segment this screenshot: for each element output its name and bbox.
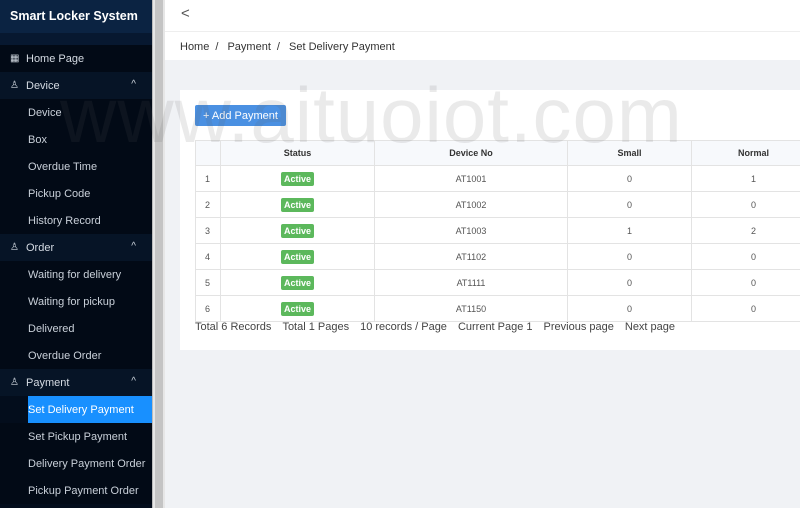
- table-row[interactable]: 2 Active AT1002 0 0: [195, 191, 800, 218]
- device-no-cell: AT1001: [374, 165, 568, 192]
- sidebar: Smart Locker System ▦ Home Page ♙ Device ^ …: [0, 0, 152, 508]
- sidebar-item-history-record[interactable]: History Record: [0, 207, 152, 234]
- top-bar: <: [165, 0, 800, 32]
- row-index: 1: [195, 165, 221, 192]
- status-cell: Active: [220, 165, 375, 192]
- normal-cell: 1: [691, 165, 800, 192]
- status-cell: Active: [220, 191, 375, 218]
- normal-cell: 0: [691, 243, 800, 270]
- user-icon: ♙: [10, 79, 19, 91]
- sidebar-item-waiting-pickup[interactable]: Waiting for pickup: [0, 288, 152, 315]
- normal-cell: 0: [691, 191, 800, 218]
- row-index: 6: [195, 295, 221, 322]
- col-index: [195, 140, 221, 166]
- status-cell: Active: [220, 295, 375, 322]
- table-row[interactable]: 5 Active AT1111 0 0: [195, 269, 800, 296]
- device-no-cell: AT1150: [374, 295, 568, 322]
- table-row[interactable]: 6 Active AT1150 0 0: [195, 295, 800, 322]
- sidebar-group-label: Order: [26, 241, 55, 254]
- user-icon: ♙: [10, 241, 19, 253]
- records-per-page: 10 records / Page: [360, 321, 447, 333]
- col-normal: Normal: [691, 140, 800, 166]
- breadcrumb-separator: /: [276, 41, 280, 53]
- status-badge: Active: [280, 301, 314, 316]
- col-device-no: Device No: [374, 140, 568, 166]
- payment-table: Status Device No Small Normal 1 Active A…: [195, 140, 800, 322]
- breadcrumb-home[interactable]: Home: [180, 41, 209, 53]
- status-badge: Active: [280, 223, 314, 238]
- breadcrumb-payment[interactable]: Payment: [227, 41, 270, 53]
- user-icon: ♙: [10, 376, 19, 388]
- small-cell: 0: [567, 243, 692, 270]
- sidebar-item-set-delivery-payment[interactable]: Set Delivery Payment: [28, 396, 152, 423]
- table-row[interactable]: 4 Active AT1102 0 0: [195, 243, 800, 270]
- home-icon: ▦: [10, 52, 20, 64]
- status-badge: Active: [280, 275, 314, 290]
- table-row[interactable]: 1 Active AT1001 0 1: [195, 165, 800, 192]
- small-cell: 0: [567, 295, 692, 322]
- status-cell: Active: [220, 217, 375, 244]
- chevron-up-icon: ^: [131, 79, 136, 90]
- sidebar-scrollbar[interactable]: [152, 0, 165, 508]
- status-badge: Active: [280, 197, 314, 212]
- sidebar-item-overdue-time[interactable]: Overdue Time: [0, 153, 152, 180]
- small-cell: 0: [567, 269, 692, 296]
- pagination: Total 6 Records Total 1 Pages 10 records…: [195, 321, 675, 333]
- breadcrumb-separator: /: [215, 41, 219, 53]
- sidebar-group-label: Device: [26, 79, 60, 92]
- normal-cell: 0: [691, 295, 800, 322]
- total-records: Total 6 Records: [195, 321, 272, 333]
- sidebar-group-payment[interactable]: ♙ Payment ^: [0, 369, 152, 396]
- small-cell: 1: [567, 217, 692, 244]
- previous-page-link[interactable]: Previous page: [544, 321, 614, 333]
- sidebar-item-home[interactable]: ▦ Home Page: [0, 45, 152, 72]
- sidebar-item-pickup-code[interactable]: Pickup Code: [0, 180, 152, 207]
- sidebar-group-device[interactable]: ♙ Device ^: [0, 72, 152, 99]
- row-index: 4: [195, 243, 221, 270]
- app-title: Smart Locker System: [0, 0, 152, 33]
- chevron-up-icon: ^: [131, 241, 136, 252]
- scrollbar-thumb[interactable]: [155, 0, 163, 508]
- back-chevron-icon[interactable]: <: [181, 5, 190, 22]
- status-badge: Active: [280, 171, 314, 186]
- sidebar-group-label: Payment: [26, 376, 70, 389]
- sidebar-item-overdue-order[interactable]: Overdue Order: [0, 342, 152, 369]
- col-status: Status: [220, 140, 375, 166]
- sidebar-item-set-pickup-payment[interactable]: Set Pickup Payment: [0, 423, 152, 450]
- col-small: Small: [567, 140, 692, 166]
- sidebar-item-waiting-delivery[interactable]: Waiting for delivery: [0, 261, 152, 288]
- small-cell: 0: [567, 165, 692, 192]
- device-no-cell: AT1002: [374, 191, 568, 218]
- device-no-cell: AT1111: [374, 269, 568, 296]
- device-no-cell: AT1003: [374, 217, 568, 244]
- add-payment-button[interactable]: + Add Payment: [195, 105, 286, 126]
- next-page-link[interactable]: Next page: [625, 321, 675, 333]
- table-row[interactable]: 3 Active AT1003 1 2: [195, 217, 800, 244]
- current-page: Current Page 1: [457, 321, 533, 333]
- breadcrumb: Home / Payment / Set Delivery Payment: [165, 32, 800, 60]
- sidebar-item-box[interactable]: Box: [0, 126, 152, 153]
- status-cell: Active: [220, 243, 375, 270]
- row-index: 5: [195, 269, 221, 296]
- status-cell: Active: [220, 269, 375, 296]
- breadcrumb-current: Set Delivery Payment: [289, 41, 395, 53]
- row-index: 3: [195, 217, 221, 244]
- sidebar-item-pickup-payment-order[interactable]: Pickup Payment Order: [0, 477, 152, 504]
- content-card: + Add Payment Status Device No Small Nor…: [180, 90, 800, 350]
- normal-cell: 2: [691, 217, 800, 244]
- normal-cell: 0: [691, 269, 800, 296]
- total-pages: Total 1 Pages: [282, 321, 350, 333]
- sidebar-item-delivery-payment-order[interactable]: Delivery Payment Order: [0, 450, 152, 477]
- sidebar-item-label: Home Page: [26, 52, 85, 65]
- sidebar-spacer: [0, 33, 152, 45]
- sidebar-item-device[interactable]: Device: [0, 99, 152, 126]
- device-no-cell: AT1102: [374, 243, 568, 270]
- small-cell: 0: [567, 191, 692, 218]
- sidebar-item-delivered[interactable]: Delivered: [0, 315, 152, 342]
- sidebar-group-order[interactable]: ♙ Order ^: [0, 234, 152, 261]
- chevron-up-icon: ^: [131, 376, 136, 387]
- row-index: 2: [195, 191, 221, 218]
- status-badge: Active: [280, 249, 314, 264]
